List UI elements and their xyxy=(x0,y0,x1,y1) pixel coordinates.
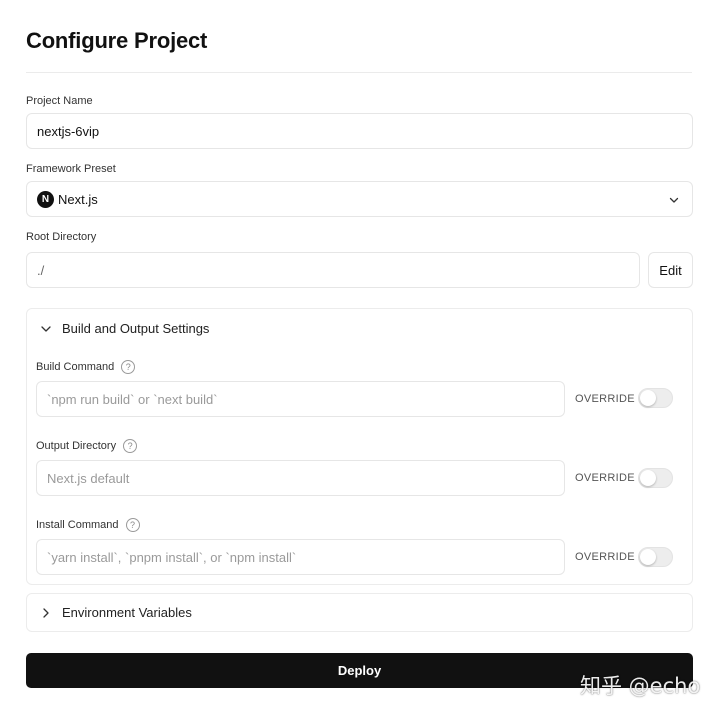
project-name-label: Project Name xyxy=(26,95,93,107)
root-directory-label: Root Directory xyxy=(26,231,97,243)
toggle-knob xyxy=(640,549,656,565)
chevron-down-icon xyxy=(41,325,51,332)
help-icon[interactable]: ? xyxy=(125,518,140,532)
root-directory-input[interactable] xyxy=(26,252,640,288)
build-output-settings-title: Build and Output Settings xyxy=(62,321,210,336)
chevron-right-icon xyxy=(43,607,49,618)
framework-preset-value: Next.js xyxy=(58,191,98,207)
nextjs-logo-icon: N xyxy=(37,190,54,208)
build-output-settings-toggle[interactable]: Build and Output Settings xyxy=(39,321,209,336)
output-directory-override-label: OVERRIDE xyxy=(575,472,635,484)
install-command-override-label: OVERRIDE xyxy=(575,551,635,563)
build-command-input[interactable] xyxy=(36,381,565,417)
help-icon[interactable]: ? xyxy=(123,439,138,453)
framework-preset-label: Framework Preset xyxy=(26,163,116,175)
install-command-override-toggle[interactable] xyxy=(638,547,673,567)
output-directory-override-toggle[interactable] xyxy=(638,468,673,488)
environment-variables-title: Environment Variables xyxy=(62,605,192,620)
install-command-input[interactable] xyxy=(36,539,565,575)
watermark: 知乎 @echo xyxy=(580,674,701,698)
toggle-knob xyxy=(640,390,656,406)
help-icon[interactable]: ? xyxy=(121,360,136,374)
build-command-override-label: OVERRIDE xyxy=(575,393,635,405)
build-command-label: Build Command ? xyxy=(36,360,136,374)
build-command-override-toggle[interactable] xyxy=(638,388,673,408)
install-command-label: Install Command ? xyxy=(36,518,140,532)
chevron-down-icon xyxy=(669,197,679,203)
page-title: Configure Project xyxy=(26,28,208,53)
framework-preset-select[interactable]: N Next.js xyxy=(26,181,693,217)
output-directory-label: Output Directory ? xyxy=(36,439,138,453)
project-name-input[interactable] xyxy=(26,113,693,149)
output-directory-input[interactable] xyxy=(36,460,565,496)
title-divider xyxy=(26,72,692,73)
edit-root-directory-button[interactable]: Edit xyxy=(648,252,693,288)
environment-variables-toggle[interactable]: Environment Variables xyxy=(26,593,693,632)
toggle-knob xyxy=(640,470,656,486)
